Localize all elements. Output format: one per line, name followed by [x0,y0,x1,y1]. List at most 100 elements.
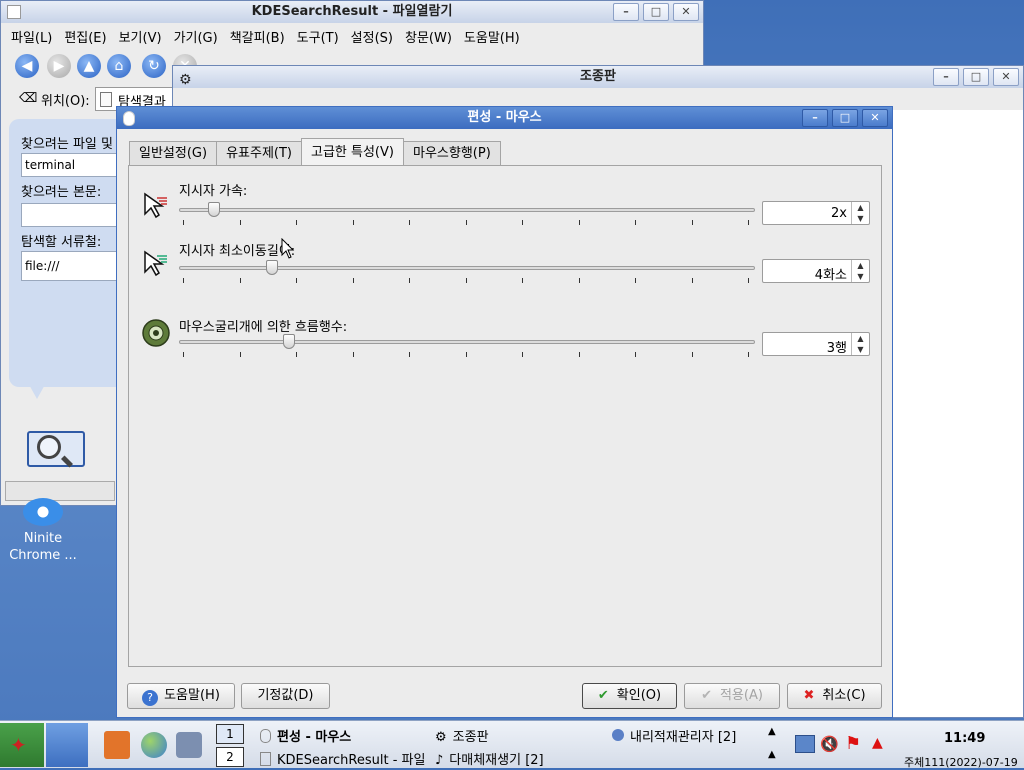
pager-desktop-1[interactable]: 1 [216,724,244,744]
pointer-threshold-label: 지시자 최소이동길이: [179,244,296,259]
task-label: KDESearchResult - 파일 [277,753,426,768]
slider-tick [578,278,580,283]
media-icon[interactable] [176,732,202,758]
browser-icon[interactable] [141,732,167,758]
show-desktop-icon[interactable] [46,723,88,767]
slider-tick [635,352,636,357]
window-menu-icon[interactable] [7,5,21,19]
menu-view[interactable]: 보기(V) [113,27,168,46]
slider-tick [691,220,693,225]
pointer-acceleration-spinbox[interactable]: 2x ▲ ▼ [762,201,870,225]
minimize-button[interactable]: – [802,109,828,127]
spinbox-value: 2x [831,206,847,221]
control-panel-title: 조종판 [580,69,616,84]
reload-icon[interactable]: ↻ [142,54,166,78]
menu-file[interactable]: 파일(L) [5,27,58,46]
task-mouse-settings[interactable]: 편성 - 마우스 [260,726,351,745]
pointer-threshold-slider[interactable] [179,260,755,275]
slider-thumb[interactable] [265,260,278,275]
control-panel-titlebar[interactable]: ⚙ 조종판 – □ ✕ [173,66,1023,88]
search-book-icon [27,425,87,471]
back-icon[interactable]: ◀ [15,54,39,78]
search-dir-input[interactable]: file:/// [21,251,121,281]
menu-settings[interactable]: 설정(S) [345,27,399,46]
spin-arrows[interactable]: ▲ ▼ [851,202,869,224]
slider-tick [183,278,184,283]
slider-tick [748,278,749,283]
wheel-scroll-spinbox[interactable]: 3행 ▲ ▼ [762,332,870,356]
task-label: 내리적재관리자 [2] [630,730,737,745]
books-icon[interactable] [104,731,130,759]
cancel-button[interactable]: ✖ 취소(C) [787,683,882,709]
taskbar: ✦ 1 2 편성 - 마우스 ⚙ 조종판 내리적재관리자 [2] ▲ KDESea… [0,720,1024,769]
search-text-input[interactable] [21,203,121,227]
close-button[interactable]: ✕ [862,109,888,127]
menu-go[interactable]: 가기(G) [168,27,224,46]
search-file-input[interactable]: terminal [21,153,121,177]
settings-tabs: 일반설정(G) 유표주제(T) 고급한 특성(V) 마우스향행(P) [129,138,501,165]
tab-general[interactable]: 일반설정(G) [129,141,218,165]
dialog-titlebar[interactable]: 편성 - 마우스 – □ ✕ [117,107,892,129]
forward-icon[interactable]: ▶ [47,54,71,78]
slider-tick [183,352,184,357]
pointer-threshold-spinbox[interactable]: 4화소 ▲ ▼ [762,259,870,283]
home-icon[interactable]: ⌂ [107,54,131,78]
task-download-manager[interactable]: 내리적재관리자 [2] [612,726,736,745]
close-button[interactable]: ✕ [993,68,1019,86]
menu-tools[interactable]: 도구(T) [291,27,345,46]
flag-icon[interactable]: ⚑ [845,733,861,754]
spin-arrows[interactable]: ▲ ▼ [851,260,869,282]
task-file-manager[interactable]: KDESearchResult - 파일 [260,749,425,768]
slider-tick [296,278,297,283]
task-media-player[interactable]: ♪ 다매체재생기 [2] [435,749,544,768]
defaults-button[interactable]: 기정값(D) [241,683,330,709]
spinbox-value: 3행 [826,341,847,356]
menu-window[interactable]: 창문(W) [399,27,458,46]
pointer-acceleration-slider[interactable] [179,202,755,217]
maximize-button[interactable]: □ [963,68,989,86]
apply-button[interactable]: ✔ 적용(A) [684,683,780,709]
slider-tick [409,220,410,225]
minimize-button[interactable]: – [613,3,639,21]
fire-icon[interactable]: ▲ [872,735,883,751]
check-icon: ✔ [597,688,609,703]
wheel-scroll-slider[interactable] [179,334,755,349]
up-icon[interactable]: ▲ [77,54,101,78]
menu-help[interactable]: 도움말(H) [458,27,526,46]
network-icon[interactable] [795,735,815,753]
start-menu-button[interactable]: ✦ [0,723,44,767]
search-sidebar: 찾으려는 파일 및 terminal 찾으려는 본문: 탐색할 서류철: fil… [9,119,121,387]
file-manager-menubar: 파일(L) 편집(E) 보기(V) 가기(G) 책갈피(B) 도구(T) 설정(… [1,23,703,49]
clock-time[interactable]: 11:49 [944,731,985,746]
slider-tick [239,278,241,283]
menu-bookmarks[interactable]: 책갈피(B) [224,27,291,46]
ok-button[interactable]: ✔ 확인(O) [582,683,677,709]
maximize-button[interactable]: □ [832,109,858,127]
tab-cursor-theme[interactable]: 유표주제(T) [216,141,302,165]
minimize-button[interactable]: – [933,68,959,86]
desktop-icon-ninite[interactable]: Ninite Chrome ... [6,498,80,564]
tab-advanced[interactable]: 고급한 특성(V) [301,138,404,165]
clear-location-icon[interactable]: ⌫ [19,91,37,106]
media-player-icon: ♪ [435,753,444,768]
menu-edit[interactable]: 편집(E) [58,27,112,46]
tab-mouse-navigation[interactable]: 마우스향행(P) [402,141,501,165]
pager-desktop-2[interactable]: 2 [216,747,244,767]
task-group-arrow-icon[interactable]: ▲ [768,749,776,760]
slider-thumb[interactable] [283,334,296,349]
slider-tick [183,220,184,225]
task-control-panel[interactable]: ⚙ 조종판 [435,726,489,745]
slider-tick [296,220,297,225]
maximize-button[interactable]: □ [643,3,669,21]
volume-muted-icon[interactable]: 🔇 [820,735,839,753]
slider-thumb[interactable] [208,202,221,217]
help-button[interactable]: ? 도움말(H) [127,683,235,709]
file-manager-title: KDESearchResult - 파일열람기 [251,4,453,19]
spinbox-value: 4화소 [814,268,847,283]
slider-tick [465,352,467,357]
close-button[interactable]: ✕ [673,3,699,21]
spin-arrows[interactable]: ▲ ▼ [851,333,869,355]
globe-icon [612,729,624,741]
file-manager-titlebar[interactable]: KDESearchResult - 파일열람기 – □ ✕ [1,1,703,23]
task-group-arrow-icon[interactable]: ▲ [768,726,776,737]
